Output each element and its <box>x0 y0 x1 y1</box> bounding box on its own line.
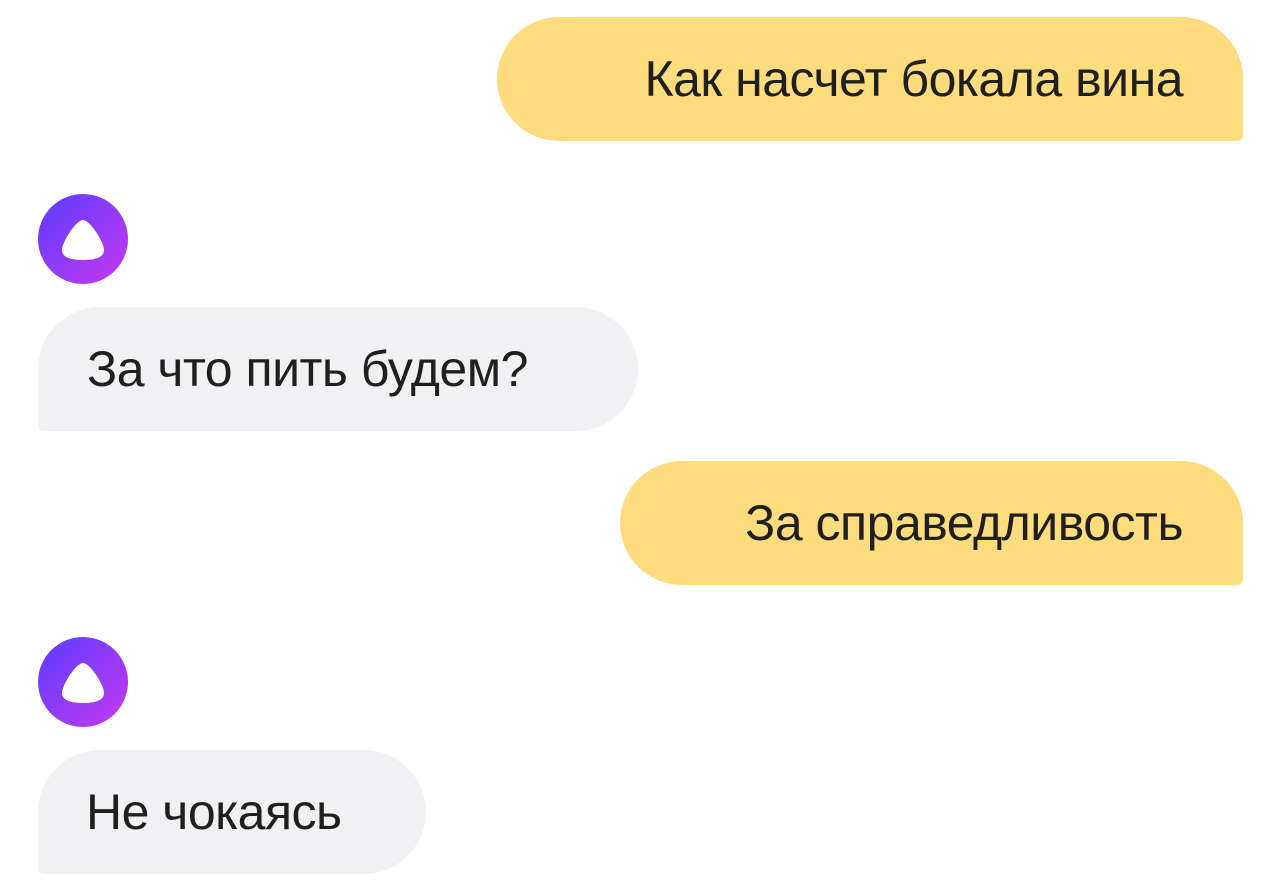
assistant-message-bubble: За что пить будем? <box>38 307 638 431</box>
user-message-bubble: За справедливость <box>620 461 1243 585</box>
user-message-bubble: Как насчет бокала вина <box>497 17 1243 141</box>
alice-logo-icon <box>38 194 128 284</box>
message-text: За что пить будем? <box>87 341 528 397</box>
message-text: Как насчет бокала вина <box>644 51 1183 107</box>
assistant-message-bubble: Не чокаясь <box>38 750 426 874</box>
message-text: Не чокаясь <box>86 784 342 840</box>
alice-logo-icon <box>38 637 128 727</box>
message-text: За справедливость <box>745 495 1183 551</box>
